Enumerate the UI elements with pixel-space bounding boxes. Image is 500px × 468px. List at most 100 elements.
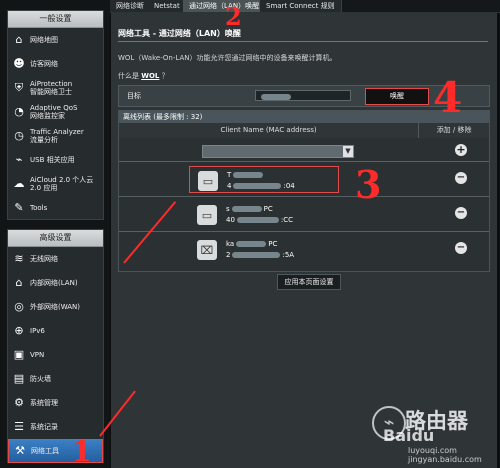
sidebar-item-label: AiProtection — [30, 80, 73, 88]
aiprotection-icon: ⛨ — [14, 81, 24, 94]
device-mac-blur — [236, 217, 279, 223]
device-mac-suffix: :04 — [283, 182, 295, 190]
watermark-url-2: jingyan.baidu.com — [408, 455, 482, 464]
annotation-number: 1 — [72, 435, 92, 468]
device-mac-suffix: :5A — [282, 251, 295, 259]
sidebar-item-label: IPv6 — [30, 327, 45, 335]
device-name: s PC — [226, 205, 273, 213]
sidebar-item-adaptive-qos[interactable]: ◔ Adaptive QoS 网络监控家 — [8, 100, 103, 124]
usb-icon: ⌁ — [15, 153, 23, 166]
sidebar-item-aiprotection[interactable]: ⛨ AiProtection 智能网络卫士 — [8, 76, 103, 100]
sidebar-item-label: 外部网络(WAN) — [30, 303, 81, 311]
target-input[interactable] — [255, 90, 351, 101]
add-remove-header: 添加 / 移除 — [436, 126, 472, 134]
sidebar-item-label: 内部网络(LAN) — [30, 279, 78, 287]
chevron-down-icon[interactable]: ▼ — [343, 146, 353, 157]
sidebar-item-usb[interactable]: ⌁ USB 相关应用 — [8, 148, 103, 172]
sidebar-item-network-map[interactable]: ⌂ 网络地图 — [8, 28, 103, 52]
device-name-blur — [231, 206, 262, 212]
client-name-header: Client Name (MAC address) — [119, 123, 420, 138]
top-tab-bar: 网络诊断 Netstat 通过网络（LAN）唤醒 Smart Connect 规… — [110, 0, 500, 13]
sidebar-item-sublabel: 网络监控家 — [30, 112, 65, 120]
tab-netstat[interactable]: Netstat — [148, 0, 187, 12]
watermark-url-1: luyouqi.com — [408, 446, 457, 455]
device-mac-suffix: :CC — [280, 216, 294, 224]
device-entry[interactable]: ⌧ ka PC 2:5A — [189, 236, 339, 263]
device-mac-blur — [232, 252, 281, 258]
annotation-number: 4 — [433, 73, 463, 122]
advanced-settings-title: 高级设置 — [8, 230, 103, 247]
sidebar-item-ipv6[interactable]: ⊕ IPv6 — [8, 319, 103, 343]
sidebar-item-label: 系统管理 — [30, 399, 58, 407]
sidebar-item-label: VPN — [30, 351, 45, 359]
device-name: T — [227, 171, 265, 179]
wireless-icon: ≋ — [14, 252, 24, 265]
remove-device-button[interactable]: − — [455, 172, 467, 184]
sidebar-item-wireless[interactable]: ≋ 无线网络 — [8, 247, 103, 271]
aicloud-icon: ☁ — [13, 177, 25, 190]
sidebar-item-sublabel: 流量分析 — [30, 136, 58, 144]
device-name: ka PC — [226, 240, 277, 248]
wol-help-prefix: 什么是 — [118, 72, 139, 80]
device-mac-prefix: 40 — [226, 216, 235, 224]
tab-network-diagnostics[interactable]: 网络诊断 — [110, 0, 151, 12]
add-device-row: ▼ + — [119, 140, 489, 161]
sidebar-item-lan[interactable]: ⌂ 内部网络(LAN) — [8, 271, 103, 295]
device-name-suffix: PC — [263, 205, 273, 213]
device-mac: 4 :04 — [227, 182, 295, 190]
watermark-url: luyouqi.com jingyan.baidu.com — [408, 446, 482, 464]
sidebar-item-guest-network[interactable]: ☻ 访客网络 — [8, 52, 103, 76]
tools-icon: ✎ — [14, 201, 24, 214]
client-select[interactable]: ▼ — [202, 145, 354, 158]
laptop-icon: ▭ — [198, 171, 218, 191]
apply-settings-button[interactable]: 应用本页面设置 — [277, 274, 341, 290]
add-device-button[interactable]: + — [455, 144, 467, 156]
sidebar-item-vpn[interactable]: ▣ VPN — [8, 343, 103, 367]
wol-help-link[interactable]: WOL — [141, 72, 159, 80]
network-tools-icon: ⚒ — [15, 444, 25, 457]
device-name-blur — [236, 241, 267, 247]
device-entry[interactable]: ▭ T 4 :04 — [189, 166, 339, 193]
watermark-brand: Baidu — [383, 426, 435, 445]
tab-smart-connect[interactable]: Smart Connect 规则 — [260, 0, 342, 12]
sidebar-item-sublabel: 2.0 应用 — [30, 184, 58, 192]
sidebar-item-tools[interactable]: ✎ Tools — [8, 196, 103, 220]
qos-icon: ◔ — [14, 105, 24, 118]
device-entry[interactable]: ▭ s PC 40 :CC — [189, 201, 339, 228]
device-mac: 40 :CC — [226, 216, 293, 224]
device-name-prefix: ka — [226, 240, 235, 248]
sidebar-item-aicloud[interactable]: ☁ AiCloud 2.0 个人云 2.0 应用 — [8, 172, 103, 196]
sidebar-item-sublabel: 智能网络卫士 — [30, 88, 72, 96]
table-row: ▭ T 4 :04 − — [119, 161, 489, 197]
annotation-number: 3 — [355, 162, 382, 207]
page-title: 网络工具 - 通过网络（LAN）唤醒 — [118, 29, 241, 38]
guest-network-icon: ☻ — [13, 57, 25, 70]
laptop-icon: ▭ — [197, 205, 217, 225]
device-mac-prefix: 4 — [227, 182, 232, 190]
vpn-icon: ▣ — [13, 348, 25, 361]
wol-help-suffix: ？ — [161, 72, 169, 80]
sidebar-item-label: 防火墙 — [30, 375, 51, 383]
sidebar-item-label: USB 相关应用 — [30, 156, 75, 164]
sidebar-item-label: 网络地图 — [30, 36, 58, 44]
advanced-settings-section: 高级设置 ≋ 无线网络 ⌂ 内部网络(LAN) ◎ 外部网络(WAN) ⊕ IP… — [7, 229, 104, 463]
admin-icon: ⚙ — [14, 396, 24, 409]
remove-device-button[interactable]: − — [455, 242, 467, 254]
wol-help-line: 什么是 WOL ？ — [118, 71, 169, 81]
sidebar-item-label: 访客网络 — [30, 60, 58, 68]
wake-button[interactable]: 唤醒 — [365, 88, 429, 105]
remove-device-button[interactable]: − — [455, 207, 467, 219]
table-column-headers: Client Name (MAC address) 添加 / 移除 — [119, 123, 489, 138]
sidebar-item-traffic-analyzer[interactable]: ◷ Traffic Analyzer 流量分析 — [8, 124, 103, 148]
sidebar-item-wan[interactable]: ◎ 外部网络(WAN) — [8, 295, 103, 319]
sidebar-item-firewall[interactable]: ▤ 防火墙 — [8, 367, 103, 391]
traffic-analyzer-icon: ◷ — [14, 129, 24, 142]
sidebar-item-label: Traffic Analyzer — [30, 128, 84, 136]
sidebar-item-admin[interactable]: ⚙ 系统管理 — [8, 391, 103, 415]
general-settings-title: 一般设置 — [8, 11, 103, 28]
general-settings-section: 一般设置 ⌂ 网络地图 ☻ 访客网络 ⛨ AiProtection 智能网络卫士… — [7, 10, 104, 220]
sidebar-item-label: 系统记录 — [30, 423, 58, 431]
firewall-icon: ▤ — [13, 372, 25, 385]
wol-description: WOL（Wake-On-LAN）功能允许您通过网络中的设备来唤醒计算机。 — [118, 54, 337, 62]
device-name-blur — [233, 172, 264, 178]
